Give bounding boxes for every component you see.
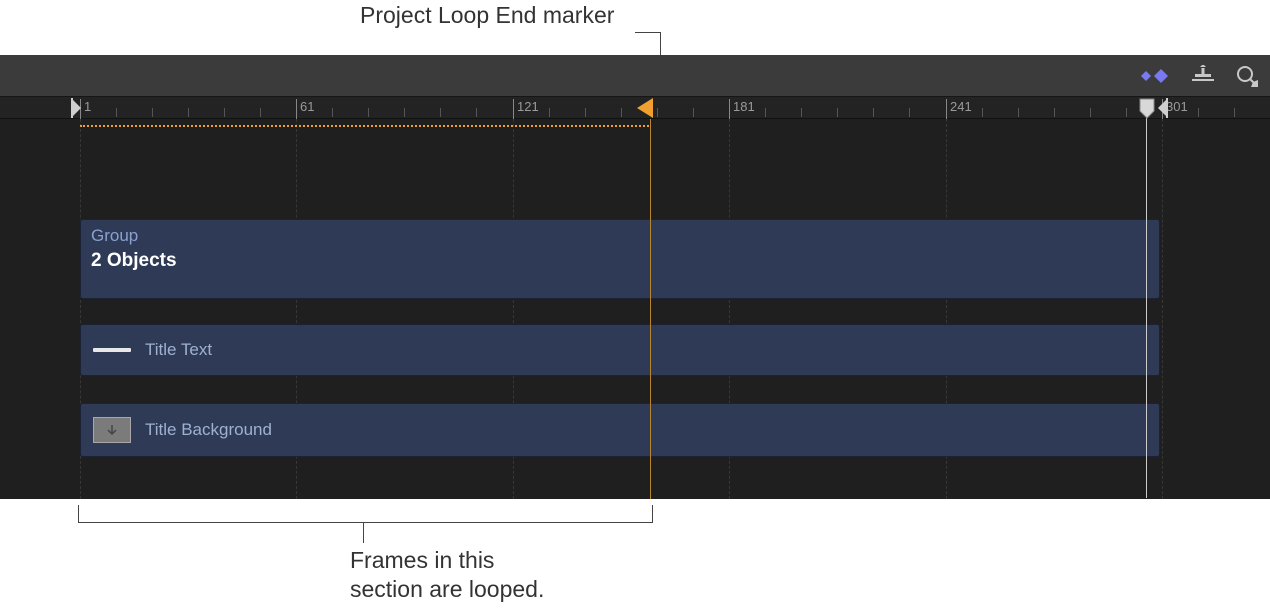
- callout-bracket-bottom: [78, 505, 653, 523]
- group-track[interactable]: Group 2 Objects: [80, 219, 1160, 299]
- keyframe-editor-icon[interactable]: [1136, 68, 1170, 84]
- timeline-toolbar: [0, 55, 1270, 97]
- playhead[interactable]: [1138, 98, 1156, 125]
- group-object-count: 2 Objects: [91, 250, 177, 272]
- loop-region-indicator: [80, 125, 649, 127]
- timeline-panel: 1 61 121 181 241 301: [0, 55, 1270, 499]
- grid-line: [1162, 119, 1163, 499]
- callout-stem-bottom: [363, 523, 364, 543]
- project-end-marker[interactable]: [1156, 98, 1168, 123]
- project-loop-end-marker[interactable]: [635, 98, 653, 123]
- group-label: Group: [91, 226, 138, 246]
- snapping-icon[interactable]: [1192, 65, 1214, 87]
- tracks-area: Group 2 Objects Title Text Title Backgro…: [0, 119, 1270, 499]
- playhead-line: [1146, 118, 1147, 498]
- zoom-icon[interactable]: [1236, 65, 1258, 87]
- object-track-title-background[interactable]: Title Background: [80, 403, 1160, 457]
- project-start-marker[interactable]: [71, 98, 83, 123]
- loop-end-line: [650, 119, 651, 499]
- image-thumbnail-icon: [93, 417, 131, 443]
- object-label: Title Text: [145, 340, 212, 360]
- text-thumbnail-icon: [93, 348, 131, 352]
- annotation-loop-end: Project Loop End marker: [360, 2, 614, 29]
- object-label: Title Background: [145, 420, 272, 440]
- object-track-title-text[interactable]: Title Text: [80, 324, 1160, 376]
- annotation-loop-frames: Frames in this section are looped.: [350, 546, 544, 604]
